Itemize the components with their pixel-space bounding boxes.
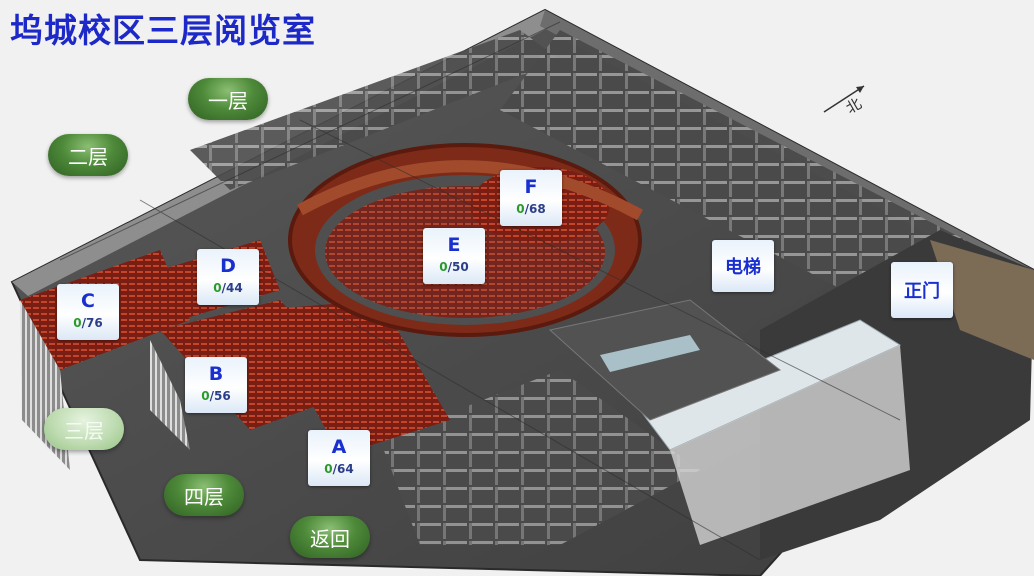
zone-f-count: 0/68: [516, 202, 546, 216]
floor-2-button[interactable]: 二层: [48, 134, 128, 176]
zone-a-count: 0/64: [324, 462, 354, 476]
zone-a-label: A: [331, 436, 347, 458]
zone-e-label: E: [447, 234, 461, 256]
back-button[interactable]: 返回: [290, 516, 370, 558]
zone-e-count: 0/50: [439, 260, 469, 274]
zone-d-marker[interactable]: D 0/44: [197, 249, 259, 305]
floor-2-label: 二层: [68, 144, 108, 169]
zone-d-count: 0/44: [213, 281, 243, 295]
floor-4-label: 四层: [184, 484, 224, 509]
floor-1-button[interactable]: 一层: [188, 78, 268, 120]
back-label: 返回: [310, 526, 350, 551]
floor-3-button[interactable]: 三层: [44, 408, 124, 450]
main-gate-marker: 正门: [891, 262, 953, 318]
page-title: 坞城校区三层阅览室: [10, 11, 316, 50]
floor-1-label: 一层: [208, 88, 248, 113]
zone-a-marker[interactable]: A 0/64: [308, 430, 370, 486]
zone-c-label: C: [81, 290, 95, 312]
zone-d-label: D: [220, 255, 236, 277]
zone-b-marker[interactable]: B 0/56: [185, 357, 247, 413]
zone-c-count: 0/76: [73, 316, 103, 330]
floor-3-label: 三层: [64, 418, 104, 443]
zone-b-label: B: [208, 363, 224, 385]
main-gate-label: 正门: [904, 281, 940, 302]
zone-f-marker[interactable]: F 0/68: [500, 170, 562, 226]
floor-4-button[interactable]: 四层: [164, 474, 244, 516]
zone-c-marker[interactable]: C 0/76: [57, 284, 119, 340]
elevator-label: 电梯: [725, 257, 761, 278]
zone-f-label: F: [524, 176, 538, 198]
zone-e-marker[interactable]: E 0/50: [423, 228, 485, 284]
zone-b-count: 0/56: [201, 389, 231, 403]
elevator-marker: 电梯: [712, 240, 774, 292]
